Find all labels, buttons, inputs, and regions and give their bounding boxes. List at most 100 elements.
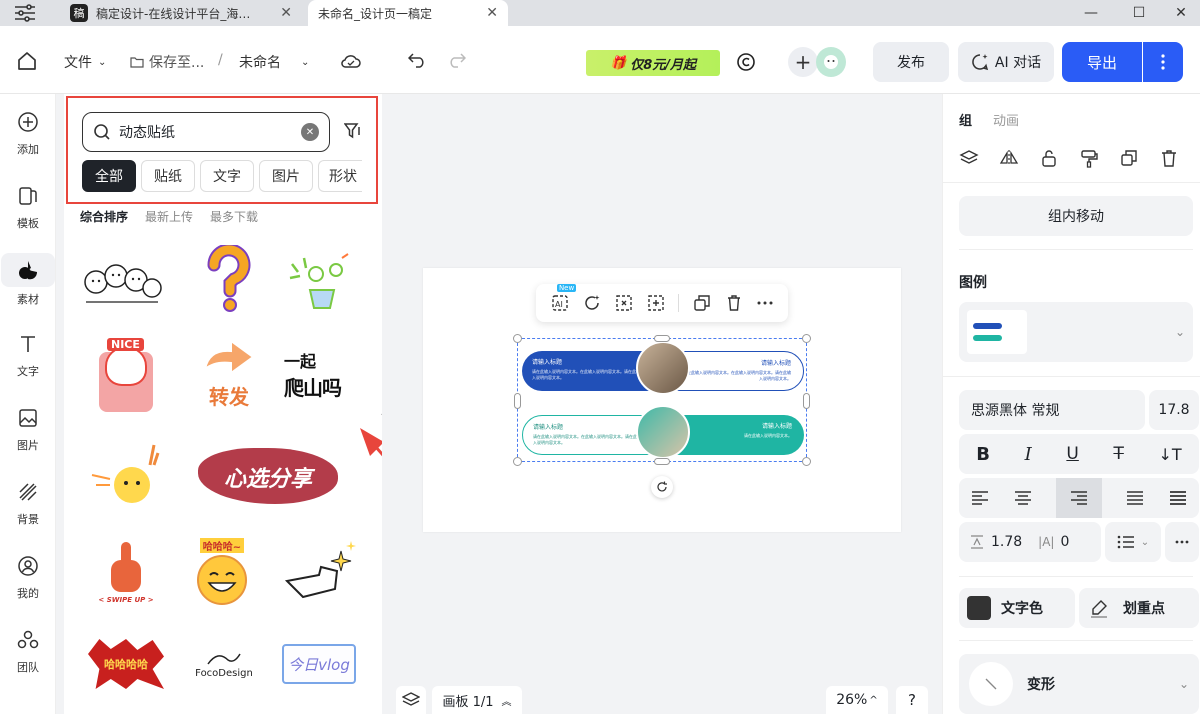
more-text-options-icon[interactable] xyxy=(1165,522,1199,562)
minimize-icon[interactable]: — xyxy=(1082,4,1100,22)
letter-spacing-icon[interactable]: |A| xyxy=(1038,535,1054,549)
resize-handle[interactable] xyxy=(654,335,670,342)
cloud-sync-icon[interactable] xyxy=(340,52,362,70)
align-distribute-icon[interactable] xyxy=(1169,491,1187,505)
home-icon[interactable] xyxy=(16,50,38,72)
align-center-icon[interactable] xyxy=(1014,491,1032,505)
chip-all[interactable]: 全部 xyxy=(82,160,136,192)
underline-icon[interactable]: U xyxy=(1066,444,1078,464)
line-height-value[interactable]: 1.78 xyxy=(991,534,1022,550)
sticker-sparkle-cup[interactable] xyxy=(279,240,359,320)
help-button[interactable]: ? xyxy=(896,686,928,714)
list-style-select[interactable]: ⌄ xyxy=(1105,522,1161,562)
close-window-icon[interactable]: ✕ xyxy=(1172,4,1190,22)
settings-icon[interactable] xyxy=(14,4,36,22)
add-collaborator-icon[interactable]: + xyxy=(788,47,818,77)
resize-handle[interactable] xyxy=(803,393,810,409)
export-more-icon[interactable] xyxy=(1143,42,1183,82)
sticker-climb[interactable]: 一起 爬山吗 xyxy=(276,334,356,414)
rail-item-mine[interactable]: 我的 xyxy=(0,546,56,606)
resize-handle[interactable] xyxy=(514,393,521,409)
resize-handle[interactable] xyxy=(654,458,670,465)
duplicate-icon[interactable] xyxy=(1119,148,1139,168)
rail-item-image[interactable]: 图片 xyxy=(0,398,56,458)
copyright-icon[interactable] xyxy=(736,52,756,72)
remove-bg-icon[interactable] xyxy=(615,294,633,312)
chip-text[interactable]: 文字 xyxy=(200,160,254,192)
align-justify-icon[interactable] xyxy=(1126,491,1144,505)
rotate-icon[interactable] xyxy=(651,476,673,498)
duplicate-icon[interactable] xyxy=(693,294,711,312)
maximize-icon[interactable]: ☐ xyxy=(1130,4,1148,22)
magic-refresh-icon[interactable] xyxy=(583,294,601,312)
resize-handle[interactable] xyxy=(802,334,811,343)
search-input[interactable]: 动态贴纸 ✕ xyxy=(82,112,330,152)
file-menu[interactable]: 文件 ⌄ xyxy=(64,52,106,72)
chip-sticker[interactable]: 贴纸 xyxy=(141,160,195,192)
text-color-button[interactable]: 文字色 xyxy=(959,588,1075,628)
flip-icon[interactable] xyxy=(999,148,1019,168)
tab-animation[interactable]: 动画 xyxy=(993,110,1019,129)
move-in-group-button[interactable]: 组内移动 xyxy=(959,196,1193,236)
zoom-control[interactable]: 26% ^ xyxy=(826,686,888,714)
rail-item-material[interactable]: 素材 xyxy=(0,250,56,310)
sticker-boom[interactable]: 哈哈哈哈 xyxy=(86,624,166,704)
highlight-button[interactable]: 划重点 xyxy=(1079,588,1199,628)
layer-order-icon[interactable] xyxy=(959,148,979,168)
rail-item-team[interactable]: 团队 xyxy=(0,620,56,680)
letter-spacing-value[interactable]: 0 xyxy=(1060,534,1069,550)
sticker-vlog[interactable]: 今日vlog xyxy=(279,624,359,704)
line-height-icon[interactable] xyxy=(969,534,985,550)
vertical-text-icon[interactable]: ↓T xyxy=(1158,445,1181,464)
sort-newest[interactable]: 最新上传 xyxy=(145,208,193,225)
tab-gaoding-home[interactable]: 稿 稿定设计-在线设计平台_海… ✕ xyxy=(60,0,302,26)
sticker-nice-girl[interactable]: NICE xyxy=(86,334,166,414)
collaborators[interactable]: + xyxy=(788,46,848,78)
resize-handle[interactable] xyxy=(513,334,522,343)
ai-tool-icon[interactable]: AI New xyxy=(551,284,577,312)
sticker-pointing-hand[interactable] xyxy=(279,532,359,612)
layers-icon[interactable] xyxy=(396,686,426,714)
delete-icon[interactable] xyxy=(1159,148,1179,168)
close-icon[interactable]: ✕ xyxy=(486,5,498,21)
info-card-left[interactable]: 请输入标题 请在此输入说明内容文本。在此输入说明内容文本。请在此输入说明内容文本… xyxy=(522,351,652,391)
rail-item-text[interactable]: 文字 xyxy=(0,324,56,384)
align-right-icon[interactable] xyxy=(1055,478,1102,518)
rail-item-add[interactable]: 添加 xyxy=(0,102,56,162)
close-icon[interactable]: ✕ xyxy=(280,5,292,21)
resize-handle[interactable] xyxy=(513,457,522,466)
legend-selector[interactable]: ⌄ xyxy=(959,302,1193,362)
info-card-left-teal[interactable]: 请输入标题 请在此输入说明内容文本。在此输入说明内容文本。请在此输入说明内容文本… xyxy=(522,415,652,455)
transform-select[interactable]: 变形 ⌄ xyxy=(959,654,1199,714)
italic-icon[interactable]: I xyxy=(1025,444,1032,465)
filter-icon[interactable] xyxy=(344,122,362,140)
sticker-share[interactable]: 心选分享 xyxy=(194,440,342,514)
redo-icon[interactable] xyxy=(448,52,466,68)
save-to-button[interactable]: 保存至... xyxy=(130,52,204,72)
format-painter-icon[interactable] xyxy=(1079,148,1099,168)
align-left-icon[interactable] xyxy=(971,491,989,505)
canvas-area[interactable]: AI New 请输入标题 请在此输入说明内容文本。在此输入说明内容文本。请在此输… xyxy=(382,94,942,714)
publish-button[interactable]: 发布 xyxy=(873,42,949,82)
more-icon[interactable] xyxy=(757,301,773,305)
sticker-swipe-up[interactable]: < SWIPE UP > xyxy=(86,532,166,612)
tab-design-page[interactable]: 未命名_设计页一稿定 ✕ xyxy=(308,0,508,26)
sort-default[interactable]: 综合排序 xyxy=(80,208,128,225)
export-button[interactable]: 导出 xyxy=(1062,42,1142,82)
board-pager[interactable]: 画板 1/1 ︽ xyxy=(432,686,522,714)
font-size-input[interactable]: 17.8 xyxy=(1149,390,1199,430)
undo-icon[interactable] xyxy=(408,52,426,68)
strikethrough-icon[interactable]: T xyxy=(1113,444,1123,464)
sticker-chick[interactable] xyxy=(86,434,166,514)
rail-item-template[interactable]: 模板 xyxy=(0,176,56,236)
bold-icon[interactable]: B xyxy=(976,444,990,465)
lock-icon[interactable] xyxy=(1039,148,1059,168)
clear-icon[interactable]: ✕ xyxy=(301,123,319,141)
tab-group[interactable]: 组 xyxy=(959,110,972,129)
sticker-laugh[interactable]: 哈哈哈~ xyxy=(182,532,262,612)
sticker-foco-design[interactable]: FocoDesign xyxy=(184,624,264,704)
sticker-cartoon-crowd[interactable] xyxy=(82,242,162,322)
chip-shape[interactable]: 形状 xyxy=(318,160,362,192)
promo-banner[interactable]: 🎁 仅8元/月起 xyxy=(586,50,720,76)
rail-item-background[interactable]: 背景 xyxy=(0,472,56,532)
